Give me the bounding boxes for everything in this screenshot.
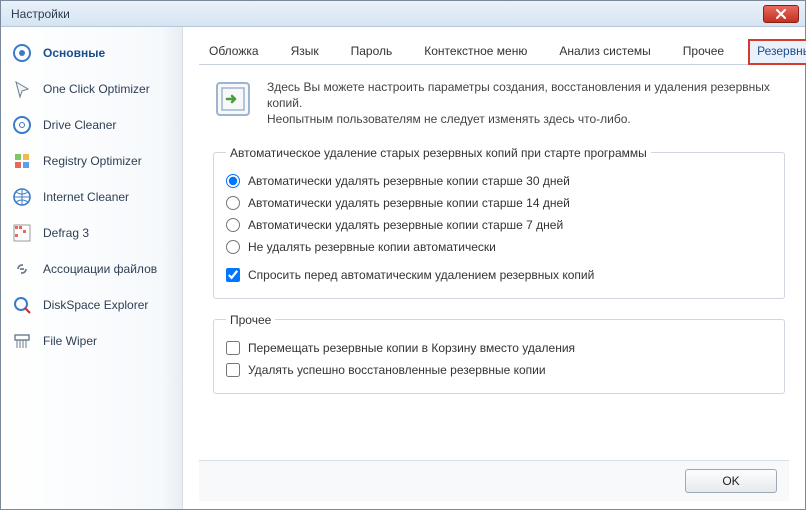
sidebar-item-filewiper[interactable]: File Wiper [1, 323, 182, 359]
tab-other[interactable]: Прочее [675, 40, 732, 64]
blocks-icon [11, 150, 33, 172]
radio-30days[interactable] [226, 174, 240, 188]
safe-icon [213, 79, 253, 119]
radio-7days-row[interactable]: Автоматически удалять резервные копии ст… [226, 214, 772, 236]
checkbox-recycle-row[interactable]: Перемещать резервные копии в Корзину вме… [226, 337, 772, 359]
tab-content: Здесь Вы можете настроить параметры созд… [199, 65, 789, 460]
checkbox-deleterestored-row[interactable]: Удалять успешно восстановленные резервны… [226, 359, 772, 381]
sidebar-item-oneclick[interactable]: One Click Optimizer [1, 71, 182, 107]
tab-skin[interactable]: Обложка [201, 40, 267, 64]
radio-30days-row[interactable]: Автоматически удалять резервные копии ст… [226, 170, 772, 192]
checkbox-confirm[interactable] [226, 268, 240, 282]
sidebar-item-label: File Wiper [43, 334, 97, 348]
radio-never[interactable] [226, 240, 240, 254]
sidebar-item-drivecleaner[interactable]: Drive Cleaner [1, 107, 182, 143]
cursor-icon [11, 78, 33, 100]
intro-line2: Неопытным пользователям не следует измен… [267, 111, 785, 127]
sidebar-item-label: Ассоциации файлов [43, 262, 157, 276]
tab-analysis[interactable]: Анализ системы [551, 40, 658, 64]
disc-icon [11, 114, 33, 136]
window-title: Настройки [11, 7, 763, 21]
settings-window: Настройки Основные One Click Optimizer [0, 0, 806, 510]
sidebar: Основные One Click Optimizer Drive Clean… [1, 27, 183, 509]
sidebar-item-defrag[interactable]: Defrag 3 [1, 215, 182, 251]
sidebar-item-label: Registry Optimizer [43, 154, 142, 168]
group-autodelete-legend: Автоматическое удаление старых резервных… [226, 146, 651, 160]
group-other-legend: Прочее [226, 313, 275, 327]
magnify-disc-icon [11, 294, 33, 316]
sidebar-item-general[interactable]: Основные [1, 35, 182, 71]
sidebar-item-internet[interactable]: Internet Cleaner [1, 179, 182, 215]
close-icon [776, 9, 786, 19]
ok-button[interactable]: OK [685, 469, 777, 493]
grid-icon [11, 222, 33, 244]
checkbox-recycle[interactable] [226, 341, 240, 355]
checkbox-recycle-label: Перемещать резервные копии в Корзину вме… [248, 341, 575, 355]
tab-language[interactable]: Язык [283, 40, 327, 64]
sidebar-item-label: Defrag 3 [43, 226, 89, 240]
shredder-icon [11, 330, 33, 352]
titlebar: Настройки [1, 1, 805, 27]
group-autodelete: Автоматическое удаление старых резервных… [213, 146, 785, 299]
radio-never-label: Не удалять резервные копии автоматически [248, 240, 496, 254]
checkbox-deleterestored-label: Удалять успешно восстановленные резервны… [248, 363, 546, 377]
link-icon [11, 258, 33, 280]
sidebar-item-label: Основные [43, 46, 105, 60]
tab-password[interactable]: Пароль [343, 40, 401, 64]
radio-7days[interactable] [226, 218, 240, 232]
footer: OK [199, 460, 789, 501]
radio-14days-row[interactable]: Автоматически удалять резервные копии ст… [226, 192, 772, 214]
main-panel: Обложка Язык Пароль Контекстное меню Ана… [183, 27, 805, 509]
checkbox-confirm-label: Спросить перед автоматическим удалением … [248, 268, 594, 282]
sidebar-item-label: Drive Cleaner [43, 118, 116, 132]
gear-icon [11, 42, 33, 64]
globe-icon [11, 186, 33, 208]
tab-contextmenu[interactable]: Контекстное меню [416, 40, 535, 64]
sidebar-item-label: DiskSpace Explorer [43, 298, 148, 312]
checkbox-confirm-row[interactable]: Спросить перед автоматическим удалением … [226, 264, 772, 286]
sidebar-item-label: Internet Cleaner [43, 190, 129, 204]
radio-never-row[interactable]: Не удалять резервные копии автоматически [226, 236, 772, 258]
radio-14days[interactable] [226, 196, 240, 210]
window-body: Основные One Click Optimizer Drive Clean… [1, 27, 805, 509]
sidebar-item-assoc[interactable]: Ассоциации файлов [1, 251, 182, 287]
tab-bar: Обложка Язык Пароль Контекстное меню Ана… [199, 37, 789, 65]
sidebar-item-label: One Click Optimizer [43, 82, 150, 96]
group-other: Прочее Перемещать резервные копии в Корз… [213, 313, 785, 394]
intro-line1: Здесь Вы можете настроить параметры созд… [267, 79, 785, 111]
radio-30days-label: Автоматически удалять резервные копии ст… [248, 174, 570, 188]
tab-backups[interactable]: Резервные копии [748, 39, 806, 65]
checkbox-deleterestored[interactable] [226, 363, 240, 377]
sidebar-item-diskspace[interactable]: DiskSpace Explorer [1, 287, 182, 323]
radio-7days-label: Автоматически удалять резервные копии ст… [248, 218, 563, 232]
close-button[interactable] [763, 5, 799, 23]
radio-14days-label: Автоматически удалять резервные копии ст… [248, 196, 570, 210]
sidebar-item-registry[interactable]: Registry Optimizer [1, 143, 182, 179]
intro-text: Здесь Вы можете настроить параметры созд… [267, 79, 785, 128]
intro-block: Здесь Вы можете настроить параметры созд… [213, 79, 785, 128]
